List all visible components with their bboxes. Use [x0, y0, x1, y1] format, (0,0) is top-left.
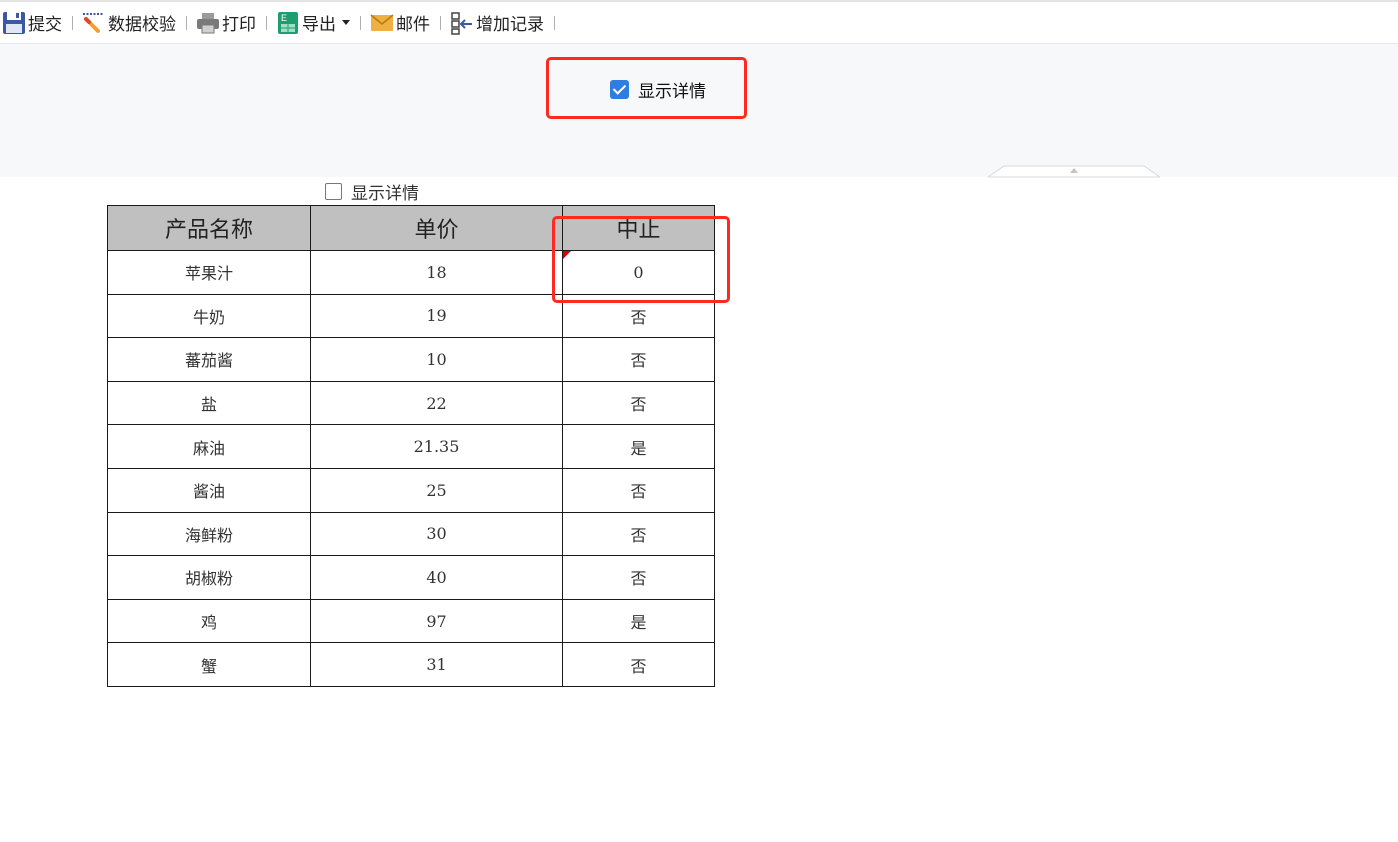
- table-row: 蕃茄酱 10 否: [107, 337, 715, 382]
- save-icon: [2, 11, 26, 35]
- print-label: 打印: [222, 15, 256, 35]
- product-name-cell: 苹果汁: [107, 250, 311, 295]
- table-row: 胡椒粉 40 否: [107, 555, 715, 600]
- product-name-cell: 牛奶: [107, 293, 311, 339]
- unit-price-cell: 40: [310, 555, 563, 600]
- unit-price-cell: 25: [310, 467, 563, 513]
- unit-price-cell: 18: [310, 250, 563, 295]
- email-label: 邮件: [396, 15, 430, 35]
- table-row: 牛奶 19 否: [107, 293, 715, 339]
- discontinued-cell[interactable]: 0: [562, 250, 715, 295]
- data-validate-label: 数据校验: [108, 15, 176, 35]
- discontinued-cell[interactable]: 否: [562, 467, 715, 513]
- show-details-param-checkbox[interactable]: 显示详情: [610, 77, 706, 102]
- envelope-icon: [370, 11, 394, 35]
- toolbar-divider: [72, 15, 73, 30]
- discontinued-cell[interactable]: 否: [562, 642, 715, 687]
- add-record-icon: [450, 11, 474, 35]
- add-record-label: 增加记录: [476, 15, 544, 35]
- validate-icon: [82, 11, 106, 35]
- discontinued-value: 0: [633, 262, 644, 282]
- unit-price-cell: 10: [310, 337, 563, 382]
- product-name-cell: 蟹: [107, 642, 311, 687]
- data-validate-button[interactable]: 数据校验: [82, 8, 176, 38]
- discontinued-cell[interactable]: 是: [562, 598, 715, 644]
- product-name-cell: 麻油: [107, 424, 311, 469]
- discontinued-cell[interactable]: 否: [562, 293, 715, 339]
- chevron-down-icon[interactable]: [342, 20, 350, 25]
- table-row: 麻油 21.35 是: [107, 424, 715, 469]
- toolbar-divider: [186, 15, 187, 30]
- show-details-report-label: 显示详情: [351, 184, 419, 204]
- product-name-cell: 鸡: [107, 598, 311, 644]
- table-row: 海鲜粉 30 否: [107, 511, 715, 557]
- discontinued-cell[interactable]: 否: [562, 337, 715, 382]
- unit-price-cell: 97: [310, 598, 563, 644]
- table-row: 苹果汁 18 0: [107, 250, 715, 295]
- unit-price-cell: 30: [310, 511, 563, 557]
- toolbar-divider: [360, 15, 361, 30]
- product-name-cell: 盐: [107, 380, 311, 426]
- discontinued-cell[interactable]: 否: [562, 380, 715, 426]
- add-record-button[interactable]: 增加记录: [450, 8, 544, 38]
- product-name-cell: 酱油: [107, 467, 311, 513]
- submit-button[interactable]: 提交: [2, 8, 62, 38]
- product-table: 产品名称 单价 中止 苹果汁 18 0 牛奶 19 否 蕃茄酱 10 否 盐 2…: [107, 205, 715, 687]
- toolbar-divider: [554, 15, 555, 30]
- product-name-cell: 蕃茄酱: [107, 337, 311, 382]
- svg-text:E: E: [281, 13, 287, 23]
- submit-label: 提交: [28, 15, 62, 35]
- email-button[interactable]: 邮件: [370, 8, 430, 38]
- column-header-product-name: 产品名称: [107, 205, 311, 251]
- toolbar-divider: [266, 15, 267, 30]
- unit-price-cell: 31: [310, 642, 563, 687]
- comment-flag-icon: [563, 251, 571, 259]
- excel-export-icon: E: [276, 11, 300, 35]
- product-name-cell: 胡椒粉: [107, 555, 311, 600]
- unit-price-cell: 19: [310, 293, 563, 339]
- show-details-report-checkbox[interactable]: 显示详情: [325, 179, 419, 204]
- show-details-param-label: 显示详情: [638, 82, 706, 102]
- column-header-discontinued: 中止: [562, 205, 715, 251]
- product-name-cell: 海鲜粉: [107, 511, 311, 557]
- column-header-unit-price: 单价: [310, 205, 563, 251]
- table-row: 盐 22 否: [107, 380, 715, 426]
- table-row: 酱油 25 否: [107, 467, 715, 513]
- table-row: 鸡 97 是: [107, 598, 715, 644]
- parameter-pane: 显示详情: [0, 44, 1398, 178]
- discontinued-cell[interactable]: 否: [562, 511, 715, 557]
- unit-price-cell: 21.35: [310, 424, 563, 469]
- discontinued-cell[interactable]: 否: [562, 555, 715, 600]
- export-button[interactable]: E 导出: [276, 8, 350, 38]
- discontinued-cell[interactable]: 是: [562, 424, 715, 469]
- collapse-pane-handle[interactable]: [988, 164, 1160, 178]
- table-row: 蟹 31 否: [107, 642, 715, 687]
- toolbar: 提交 数据校验 打印 E 导出 邮件 增加记录: [0, 0, 1398, 44]
- unit-price-cell: 22: [310, 380, 563, 426]
- print-button[interactable]: 打印: [196, 8, 256, 38]
- checkbox-unchecked-icon[interactable]: [325, 183, 342, 200]
- printer-icon: [196, 11, 220, 35]
- export-label: 导出: [302, 15, 336, 35]
- checkbox-checked-icon[interactable]: [610, 80, 629, 99]
- toolbar-divider: [440, 15, 441, 30]
- table-header-row: 产品名称 单价 中止: [107, 205, 715, 251]
